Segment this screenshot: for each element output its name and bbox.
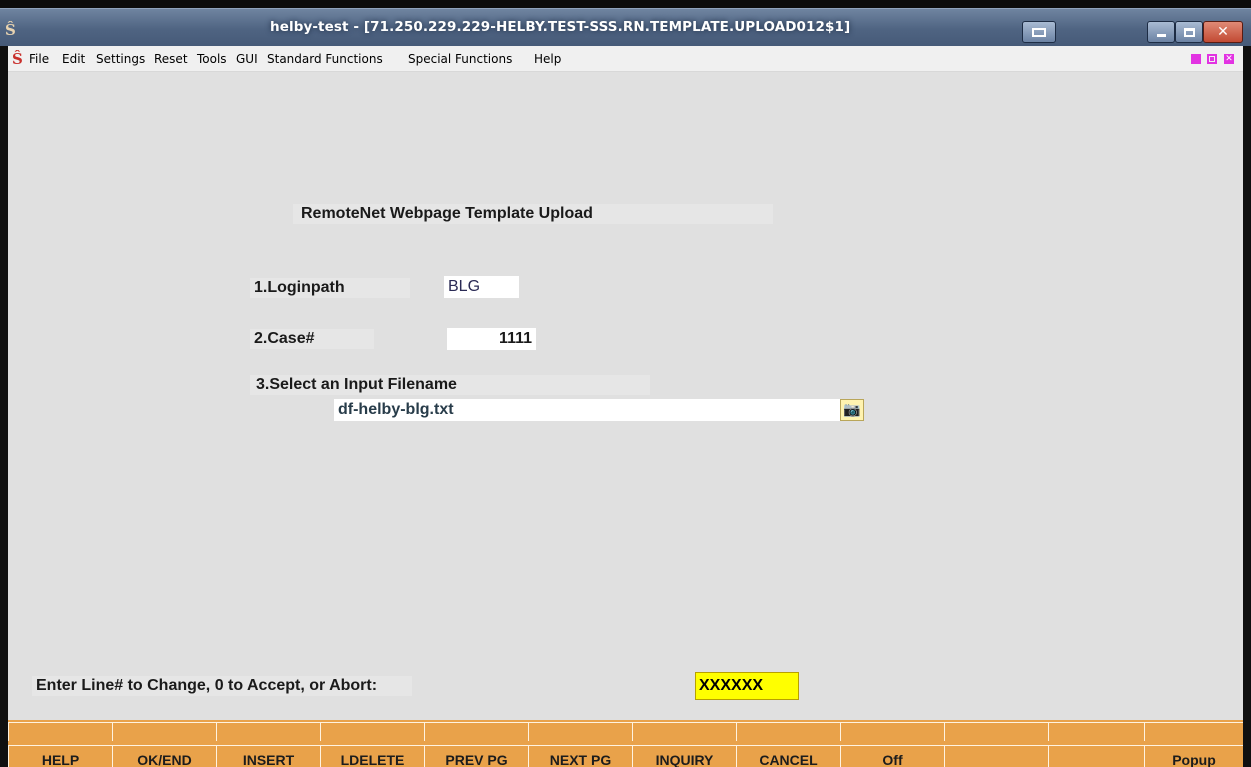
menu-standard-functions[interactable]: Standard Functions bbox=[267, 52, 383, 66]
maximize-button[interactable] bbox=[1175, 21, 1203, 43]
form-title: RemoteNet Webpage Template Upload bbox=[293, 204, 773, 224]
window-extra-icon bbox=[1032, 28, 1046, 37]
cancel-key[interactable]: CANCEL bbox=[736, 745, 840, 767]
function-key-bar: HELP OK/END INSERT LDELETE PREV PG NEXT … bbox=[8, 720, 1243, 767]
menu-help[interactable]: Help bbox=[534, 52, 561, 66]
fkey-top-3[interactable] bbox=[216, 722, 320, 741]
fkey-top-10[interactable] bbox=[944, 722, 1048, 741]
fkey-top-5[interactable] bbox=[424, 722, 528, 741]
menu-tools[interactable]: Tools bbox=[197, 52, 227, 66]
ldelete-key[interactable]: LDELETE bbox=[320, 745, 424, 767]
close-button[interactable]: ✕ bbox=[1203, 21, 1243, 43]
fkey-blank-11[interactable] bbox=[1048, 745, 1144, 767]
off-key[interactable]: Off bbox=[840, 745, 944, 767]
window-title: helby-test - [71.250.229.229-HELBY.TEST-… bbox=[270, 19, 851, 35]
insert-key[interactable]: INSERT bbox=[216, 745, 320, 767]
fkey-blank-10[interactable] bbox=[944, 745, 1048, 767]
inquiry-key[interactable]: INQUIRY bbox=[632, 745, 736, 767]
fkey-top-2[interactable] bbox=[112, 722, 216, 741]
fkey-top-12[interactable] bbox=[1144, 722, 1243, 741]
help-key[interactable]: HELP bbox=[8, 745, 112, 767]
loginpath-field[interactable]: BLG bbox=[444, 276, 519, 298]
function-key-bottom-row: HELP OK/END INSERT LDELETE PREV PG NEXT … bbox=[8, 745, 1243, 767]
fkey-top-4[interactable] bbox=[320, 722, 424, 741]
close-icon: ✕ bbox=[1217, 24, 1229, 40]
window-extra-button[interactable] bbox=[1022, 21, 1056, 43]
fkey-top-8[interactable] bbox=[736, 722, 840, 741]
prompt-input[interactable]: XXXXXX bbox=[695, 672, 799, 700]
next-page-key[interactable]: NEXT PG bbox=[528, 745, 632, 767]
maximize-icon bbox=[1183, 28, 1195, 37]
prev-page-key[interactable]: PREV PG bbox=[424, 745, 528, 767]
fkey-top-9[interactable] bbox=[840, 722, 944, 741]
title-bar[interactable]: Ŝ helby-test - [71.250.229.229-HELBY.TES… bbox=[0, 8, 1251, 46]
menu-bar: Ŝ File Edit Settings Reset Tools GUI Sta… bbox=[8, 46, 1243, 72]
app-logo-icon: Ŝ bbox=[5, 21, 16, 39]
function-key-top-row bbox=[8, 722, 1243, 741]
case-number-field[interactable]: 1111 bbox=[447, 328, 536, 350]
loginpath-label: 1.Loginpath bbox=[250, 278, 410, 298]
menu-settings[interactable]: Settings bbox=[96, 52, 145, 66]
camera-icon: 📷 bbox=[843, 402, 861, 418]
screen-top-edge bbox=[0, 0, 1251, 8]
case-number-label: 2.Case# bbox=[250, 329, 374, 349]
file-lookup-button[interactable]: 📷 bbox=[840, 399, 864, 421]
minimize-icon bbox=[1156, 34, 1166, 37]
fkey-top-6[interactable] bbox=[528, 722, 632, 741]
minimize-button[interactable] bbox=[1147, 21, 1175, 43]
fkey-top-1[interactable] bbox=[8, 722, 112, 741]
menu-edit[interactable]: Edit bbox=[62, 52, 85, 66]
menu-reset[interactable]: Reset bbox=[154, 52, 188, 66]
fkey-top-7[interactable] bbox=[632, 722, 736, 741]
mdi-close-button[interactable]: ✕ bbox=[1224, 54, 1234, 64]
ok-end-key[interactable]: OK/END bbox=[112, 745, 216, 767]
menu-gui[interactable]: GUI bbox=[236, 52, 258, 66]
mdi-restore-button[interactable] bbox=[1207, 54, 1217, 64]
menu-app-icon[interactable]: Ŝ bbox=[12, 51, 26, 67]
menu-special-functions[interactable]: Special Functions bbox=[408, 52, 512, 66]
prompt-label: Enter Line# to Change, 0 to Accept, or A… bbox=[32, 676, 412, 696]
input-filename-label: 3.Select an Input Filename bbox=[250, 375, 650, 395]
mdi-minimize-button[interactable] bbox=[1191, 54, 1201, 64]
menu-file[interactable]: File bbox=[29, 52, 49, 66]
popup-key[interactable]: Popup bbox=[1144, 745, 1243, 767]
fkey-top-11[interactable] bbox=[1048, 722, 1144, 741]
input-filename-field[interactable]: df-helby-blg.txt bbox=[334, 399, 840, 421]
form-area: RemoteNet Webpage Template Upload 1.Logi… bbox=[8, 72, 1243, 720]
